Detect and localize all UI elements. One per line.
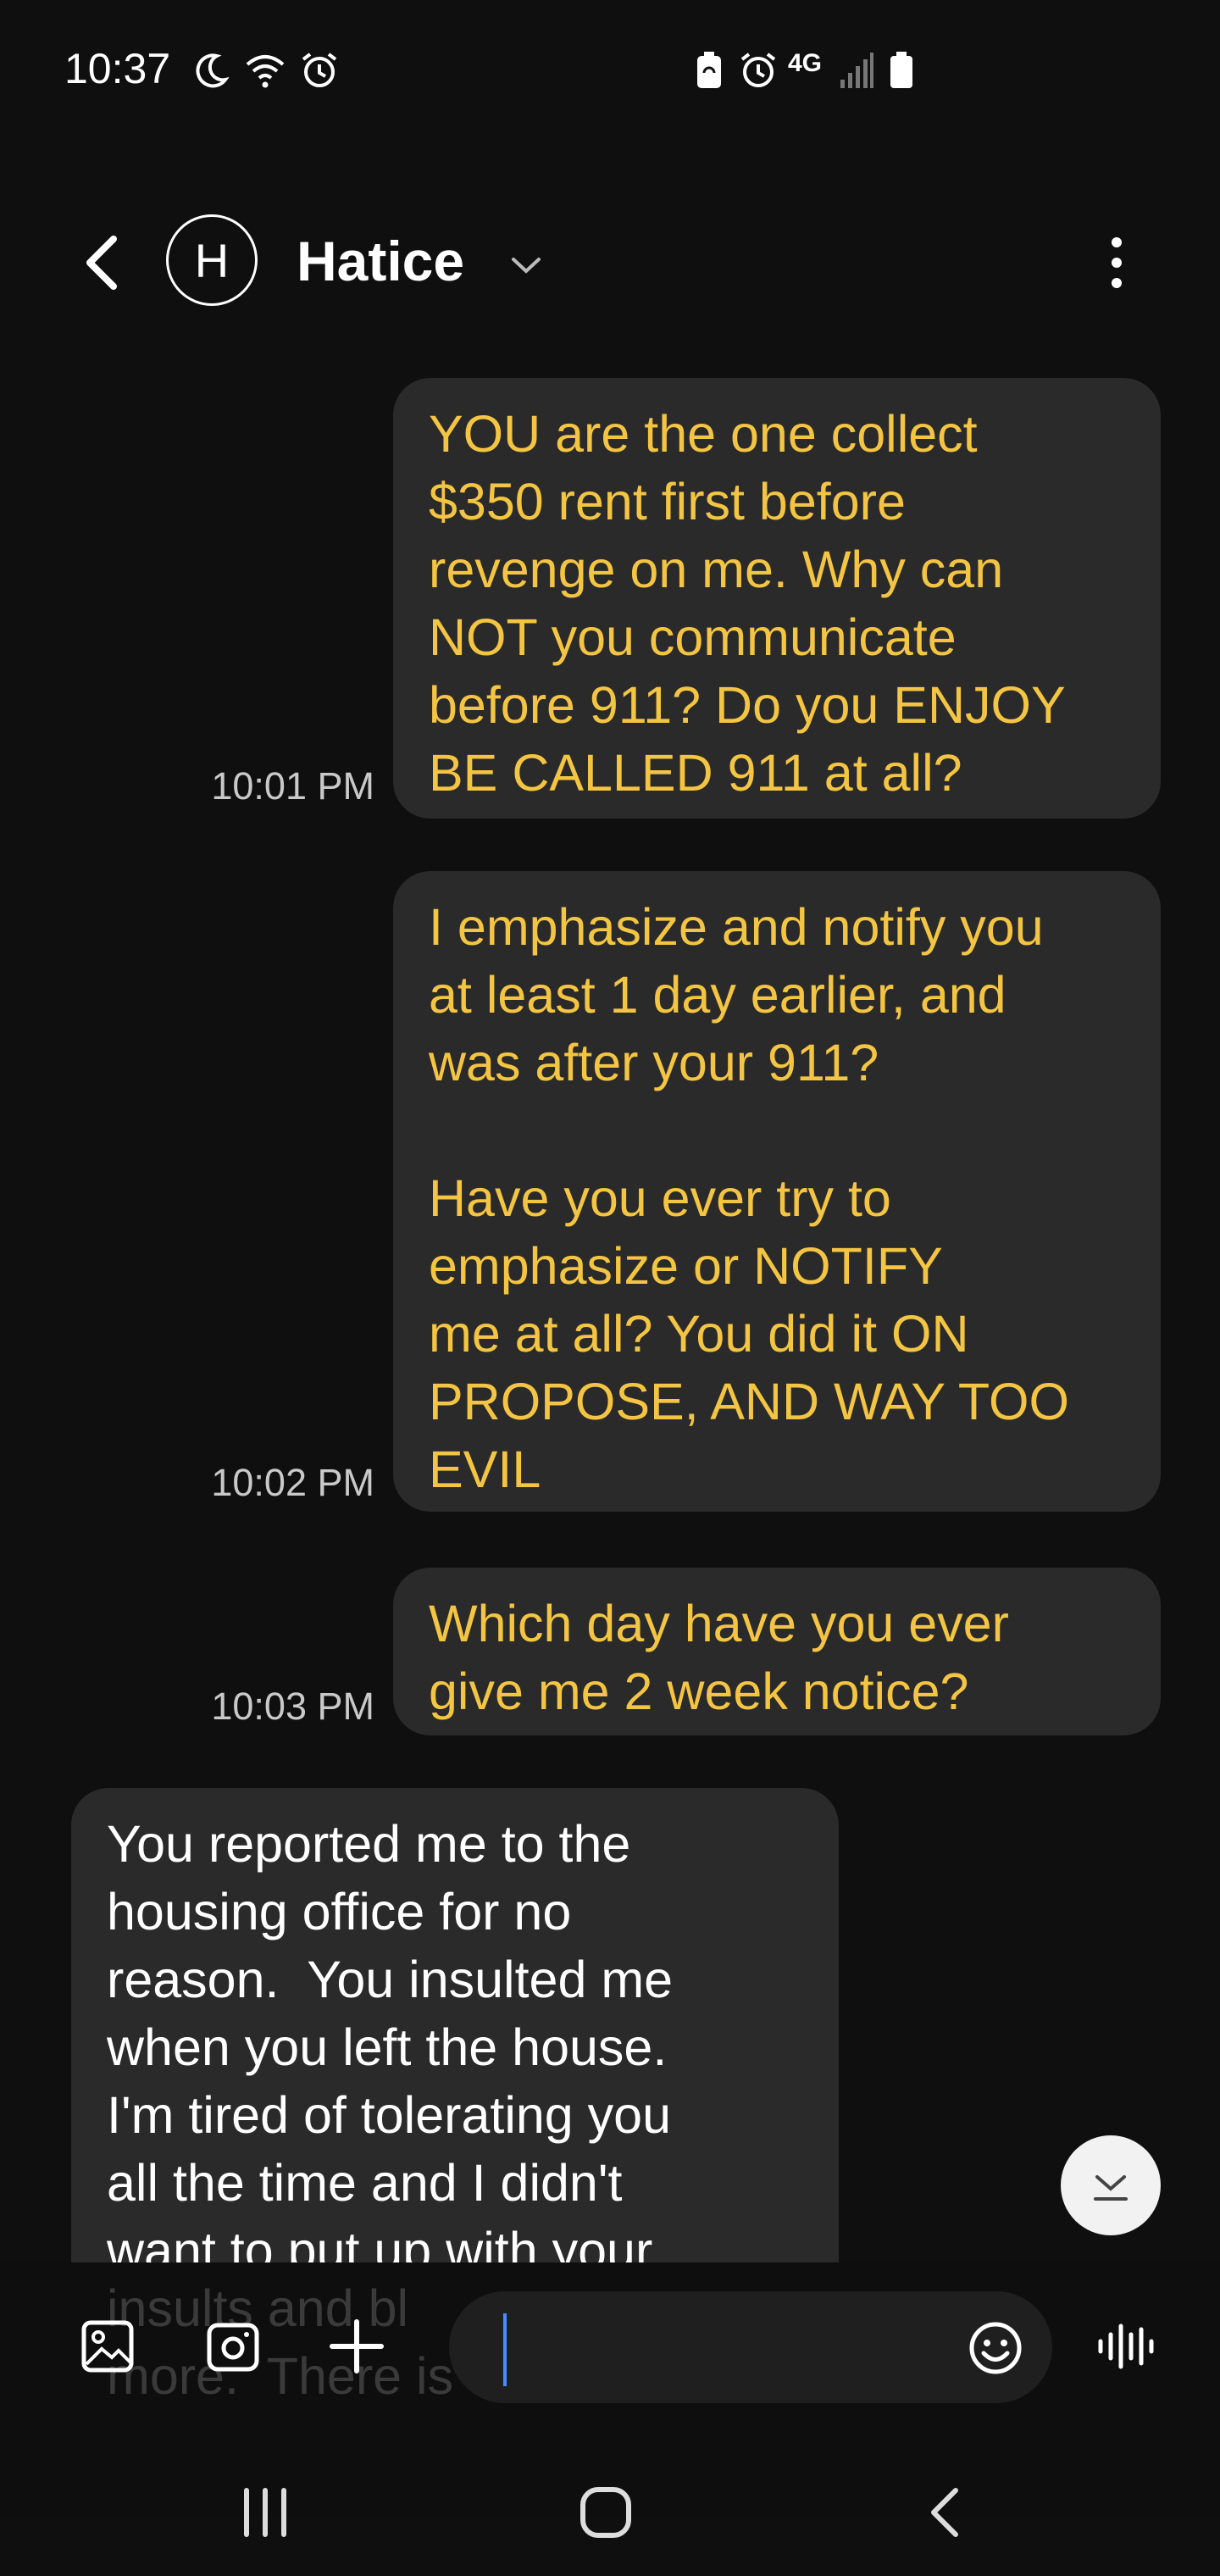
4g-icon: 4G: [788, 49, 823, 77]
camera-icon: [207, 2323, 259, 2372]
image-icon: [81, 2320, 134, 2373]
plus-icon: [330, 2319, 384, 2373]
system-nav-bar: [0, 2440, 1220, 2576]
voice-wave-icon: [1098, 2323, 1154, 2369]
message-input[interactable]: [449, 2291, 1052, 2403]
emoji-icon: [969, 2322, 1022, 2374]
contact-name[interactable]: Hatice: [297, 229, 464, 293]
sent-message-bubble[interactable]: YOU are the one collect $350 rent first …: [393, 378, 1161, 819]
chevron-down-icon[interactable]: [507, 246, 546, 285]
wifi-icon: [246, 55, 285, 88]
back-arrow-icon: [86, 236, 117, 290]
message-timestamp: 10:03 PM: [211, 1685, 374, 1728]
text-cursor: [503, 2313, 507, 2386]
camera-button[interactable]: [195, 2308, 271, 2384]
battery-saver-icon: [697, 52, 721, 88]
alarm-icon: [302, 53, 337, 87]
message-timestamp: 10:01 PM: [211, 764, 374, 808]
status-time: 10:37: [64, 45, 171, 92]
avatar[interactable]: H: [166, 214, 258, 306]
emoji-button[interactable]: [957, 2310, 1034, 2386]
battery-icon: [890, 52, 912, 88]
more-vert-icon: [1112, 237, 1122, 288]
conversation-header: H Hatice: [0, 195, 1220, 330]
status-bar: 10:37 4G: [0, 0, 1220, 144]
system-back-icon: [931, 2488, 958, 2537]
system-back-button[interactable]: [898, 2466, 991, 2559]
alarm-icon: [740, 53, 776, 87]
composer-bar: [0, 2279, 1220, 2415]
back-button[interactable]: [68, 229, 136, 297]
sent-message-bubble[interactable]: Which day have you ever give me 2 week n…: [393, 1568, 1161, 1735]
scroll-down-icon: [1094, 2175, 1128, 2201]
received-message-bubble[interactable]: You reported me to the housing office fo…: [71, 1788, 839, 2262]
signal-icon: [840, 53, 873, 88]
gallery-button[interactable]: [69, 2308, 146, 2384]
home-button[interactable]: [559, 2466, 652, 2559]
recent-apps-button[interactable]: [219, 2466, 312, 2559]
scroll-to-bottom-button[interactable]: [1061, 2135, 1161, 2235]
sent-message-bubble[interactable]: I emphasize and notify you at least 1 da…: [393, 871, 1161, 1512]
home-icon: [580, 2487, 631, 2538]
attach-button[interactable]: [319, 2308, 395, 2384]
message-timestamp: 10:02 PM: [211, 1461, 374, 1504]
voice-record-button[interactable]: [1090, 2308, 1166, 2384]
moon-icon: [196, 53, 230, 88]
more-options-button[interactable]: [1093, 229, 1140, 297]
recent-apps-icon: [244, 2488, 286, 2537]
